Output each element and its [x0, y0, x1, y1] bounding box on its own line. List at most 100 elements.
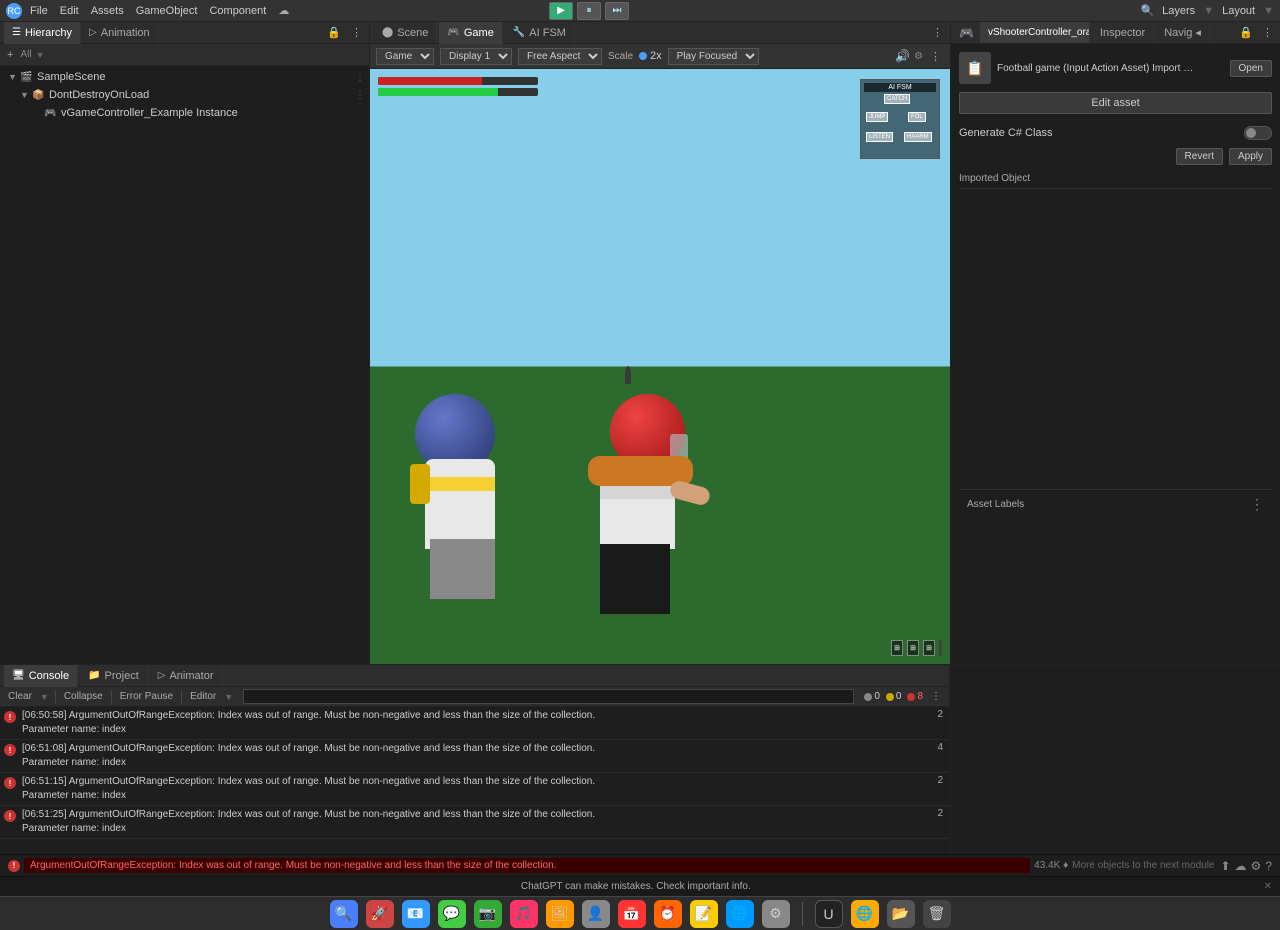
- center-options-button[interactable]: ⋮: [929, 26, 946, 39]
- open-button[interactable]: Open: [1230, 60, 1272, 77]
- play-focused-select[interactable]: Play Focused: [668, 48, 759, 65]
- mini-map-nodes: CATCH JUMP FOL LISTEN HAARM: [864, 92, 936, 152]
- toggle-knob: [1246, 128, 1256, 138]
- tree-item-samplescene[interactable]: ▼ 🎬 SampleScene ⋮: [0, 68, 369, 86]
- log-entry-2[interactable]: ! [06:51:15] ArgumentOutOfRangeException…: [0, 773, 949, 806]
- collapse-button[interactable]: Collapse: [62, 691, 105, 702]
- console-toolbar: Clear ▼ Collapse Error Pause Editor ▼ 0 …: [0, 687, 949, 707]
- body-left: [425, 459, 495, 549]
- warning-count: 0: [886, 691, 902, 702]
- inspector-more[interactable]: ⋮: [1259, 26, 1276, 39]
- cloud-icon: ☁: [278, 4, 289, 17]
- error-pause-button[interactable]: Error Pause: [118, 691, 175, 702]
- console-search-input[interactable]: [243, 689, 854, 704]
- dock-unity[interactable]: U: [815, 900, 843, 928]
- tab-project[interactable]: 📁 Project: [80, 665, 148, 687]
- status-git-button[interactable]: ⬆: [1220, 859, 1230, 873]
- samplescene-label: SampleScene: [37, 71, 106, 83]
- error-count: 8: [907, 691, 923, 702]
- top-bar-menu: File Edit Assets GameObject Component ☁: [30, 4, 289, 17]
- dock-divider: [802, 902, 803, 926]
- asset-labels-options-button[interactable]: ⋮: [1250, 496, 1264, 513]
- hierarchy-icon: ☰: [12, 27, 21, 38]
- log-entry-1[interactable]: ! [06:51:08] ArgumentOutOfRangeException…: [0, 740, 949, 773]
- tab-inspector[interactable]: Inspector: [1092, 22, 1154, 44]
- menu-assets[interactable]: Assets: [91, 5, 124, 17]
- inspector-lock[interactable]: 🔒: [1236, 26, 1256, 39]
- search-button[interactable]: 🔍: [1140, 4, 1154, 17]
- hp-bar-container: [378, 77, 538, 96]
- menu-component[interactable]: Component: [209, 5, 266, 17]
- dock-facetime[interactable]: 📷: [474, 900, 502, 928]
- dock-reminders[interactable]: ⏰: [654, 900, 682, 928]
- dock-extra1[interactable]: 📂: [887, 900, 915, 928]
- dock-music[interactable]: 🎵: [510, 900, 538, 928]
- game-select[interactable]: Game: [376, 48, 434, 65]
- error-icon-1: !: [4, 744, 16, 756]
- edit-asset-button[interactable]: Edit asset: [959, 92, 1272, 114]
- dock-chrome[interactable]: 🌐: [851, 900, 879, 928]
- dock-calendar[interactable]: 📅: [618, 900, 646, 928]
- revert-button[interactable]: Revert: [1176, 148, 1223, 165]
- tab-navig[interactable]: Navig ◂: [1156, 22, 1210, 44]
- tab-console[interactable]: 🖥 Console: [4, 665, 78, 687]
- samplescene-options[interactable]: ⋮: [355, 72, 369, 83]
- display-select[interactable]: Display 1: [440, 48, 512, 65]
- tab-animation[interactable]: ▷ Animation: [81, 22, 159, 44]
- scene-toolbar-options[interactable]: ⋮: [927, 50, 944, 63]
- main-layout: ☰ Hierarchy ▷ Animation 🔒 ⋮ + All ▼ ▼ 🎬 …: [0, 22, 1280, 664]
- toolbar-divider-2: [111, 690, 112, 704]
- tree-item-dontdestroy[interactable]: ▼ 📦 DontDestroyOnLoad ⋮: [0, 86, 369, 104]
- status-settings-button[interactable]: ⚙: [1251, 859, 1262, 873]
- log-entry-3[interactable]: ! [06:51:25] ArgumentOutOfRangeException…: [0, 806, 949, 839]
- warning-dot: [886, 693, 894, 701]
- dock-photos[interactable]: 🖼: [546, 900, 574, 928]
- dock-finder[interactable]: 🔍: [330, 900, 358, 928]
- dock-settings[interactable]: ⚙: [762, 900, 790, 928]
- layers-button[interactable]: Layers: [1162, 5, 1195, 17]
- tab-animator[interactable]: ▷ Animator: [150, 665, 223, 687]
- dock-launchpad[interactable]: 🚀: [366, 900, 394, 928]
- dock-safari[interactable]: 🌐: [726, 900, 754, 928]
- apply-button[interactable]: Apply: [1229, 148, 1272, 165]
- pause-button[interactable]: ⏸: [577, 2, 601, 20]
- hp-fill-red: [378, 77, 482, 85]
- inspector-header: 📋 Football game (Input Action Asset) Imp…: [959, 52, 1272, 84]
- status-help-button[interactable]: ?: [1265, 859, 1272, 873]
- menu-edit[interactable]: Edit: [60, 5, 79, 17]
- tree-item-vgamecontroller[interactable]: ▷ 🎮 vGameController_Example Instance: [0, 104, 369, 122]
- chatgpt-bar: ChatGPT can make mistakes. Check importa…: [0, 876, 1280, 896]
- tab-hierarchy[interactable]: ☰ Hierarchy: [4, 22, 81, 44]
- dock-notes[interactable]: 📝: [690, 900, 718, 928]
- skip-button[interactable]: ⏭: [605, 2, 629, 20]
- aspect-select[interactable]: Free Aspect: [518, 48, 602, 65]
- dontdestroy-label: DontDestroyOnLoad: [49, 89, 149, 101]
- tab-aifsm[interactable]: 🔧 AI FSM: [505, 22, 575, 44]
- chatgpt-close[interactable]: ✕: [1264, 881, 1272, 892]
- layout-button[interactable]: Layout: [1222, 5, 1255, 17]
- status-cloud-button[interactable]: ☁: [1235, 859, 1247, 873]
- menu-gameobject[interactable]: GameObject: [136, 5, 198, 17]
- mini-map: AI FSM CATCH JUMP FOL LISTEN HAARM: [860, 79, 940, 159]
- editor-button[interactable]: Editor: [188, 691, 218, 702]
- log-msg-3: ArgumentOutOfRangeException: Index was o…: [69, 809, 595, 820]
- generate-cs-toggle[interactable]: [1244, 126, 1272, 140]
- console-options-button[interactable]: ⋮: [929, 691, 943, 702]
- panel-options-button[interactable]: ⋮: [348, 26, 365, 39]
- tab-game[interactable]: 🎮 Game: [439, 22, 502, 44]
- dock-contacts[interactable]: 👤: [582, 900, 610, 928]
- stat-bar: [939, 640, 942, 656]
- tab-scene[interactable]: ⬤ Scene: [374, 22, 437, 44]
- dontdestroy-options[interactable]: ⋮: [355, 90, 369, 101]
- log-entry-0[interactable]: ! [06:50:58] ArgumentOutOfRangeException…: [0, 707, 949, 740]
- dock-messages[interactable]: 💬: [438, 900, 466, 928]
- clear-button[interactable]: Clear: [6, 691, 34, 702]
- tab-vshooter[interactable]: vShooterController_oran...: [980, 22, 1090, 44]
- play-button[interactable]: ▶: [549, 2, 573, 20]
- add-gameobject-button[interactable]: +: [4, 49, 16, 61]
- panel-lock-button[interactable]: 🔒: [324, 26, 344, 39]
- log-msg-2: ArgumentOutOfRangeException: Index was o…: [69, 776, 595, 787]
- dock-trash[interactable]: 🗑: [923, 900, 951, 928]
- menu-file[interactable]: File: [30, 5, 48, 17]
- dock-mail[interactable]: 📧: [402, 900, 430, 928]
